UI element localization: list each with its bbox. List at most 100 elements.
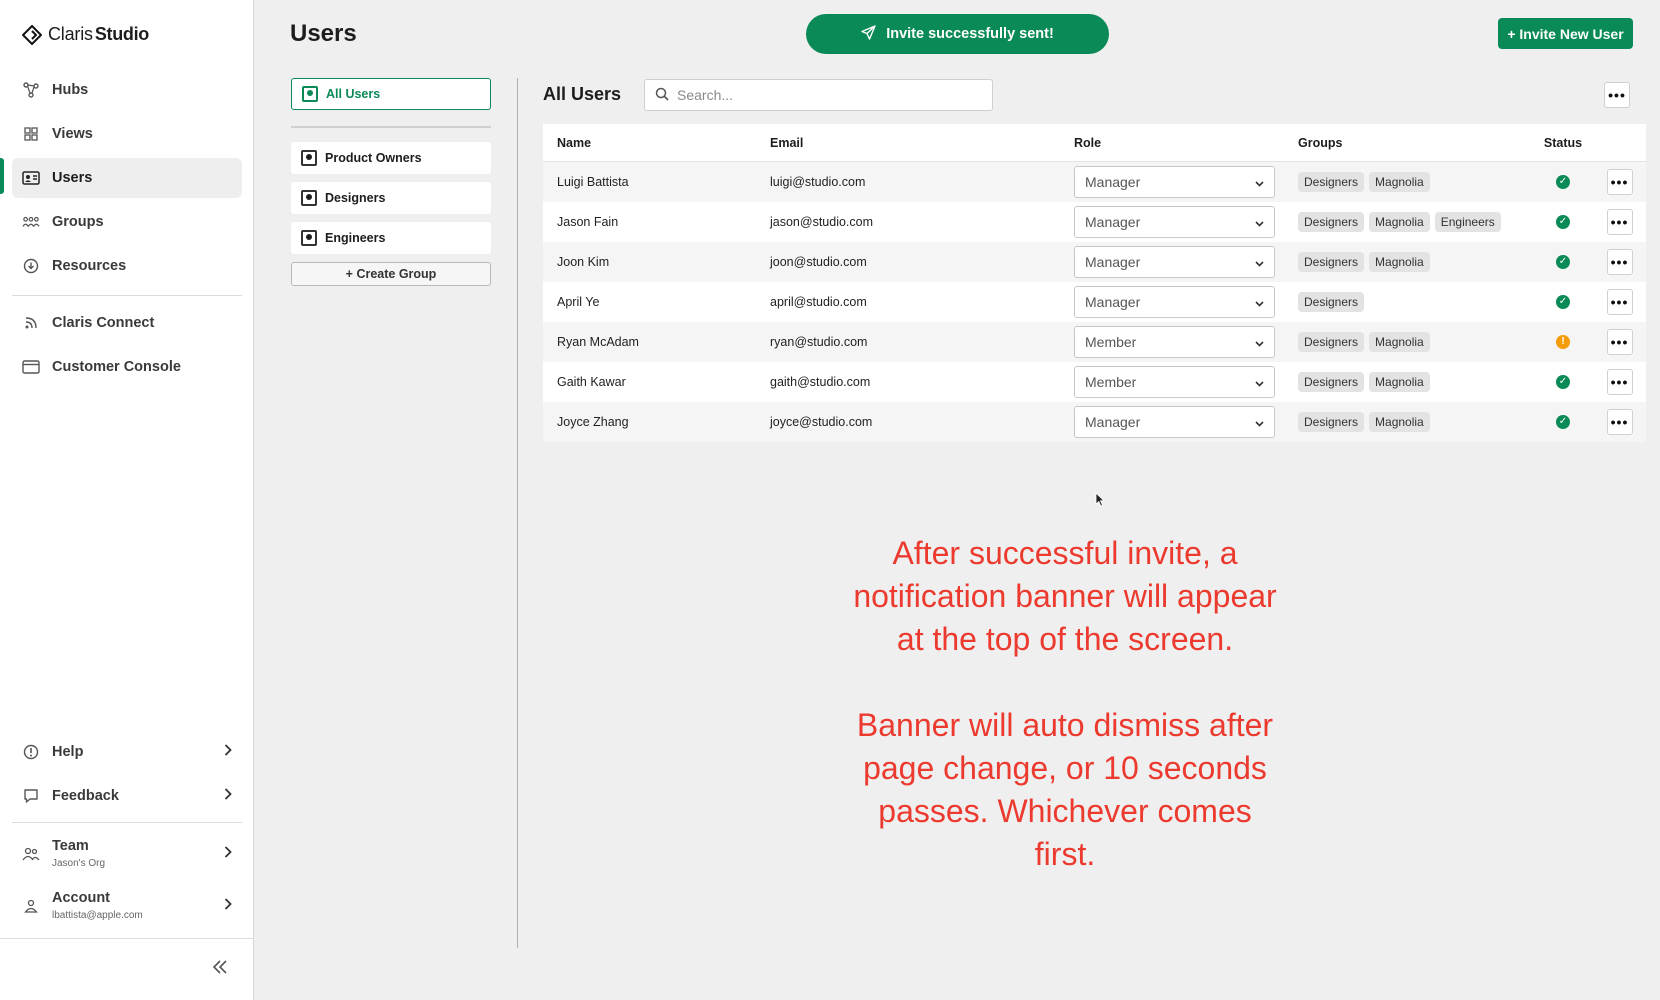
group-tag: Magnolia	[1369, 172, 1430, 192]
role-select[interactable]: Manager	[1074, 246, 1275, 278]
brand-product: Studio	[94, 24, 149, 44]
role-select[interactable]: Manager	[1074, 206, 1275, 238]
role-value: Manager	[1085, 414, 1141, 430]
secondary-nav: Claris Connect Customer Console	[12, 303, 242, 391]
table-row[interactable]: Joon Kim joon@studio.com Manager Designe…	[543, 242, 1646, 282]
user-email: joyce@studio.com	[770, 415, 873, 429]
table-row[interactable]: April Ye april@studio.com Manager Design…	[543, 282, 1646, 322]
role-select[interactable]: Manager	[1074, 286, 1275, 318]
sidebar-item-claris-connect[interactable]: Claris Connect	[12, 303, 242, 343]
user-email: april@studio.com	[770, 295, 867, 309]
user-card-icon	[301, 230, 317, 246]
role-value: Member	[1085, 334, 1137, 350]
sidebar-item-resources[interactable]: Resources	[12, 246, 242, 286]
group-label: All Users	[326, 87, 381, 101]
user-email: ryan@studio.com	[770, 335, 868, 349]
sidebar-item-feedback[interactable]: Feedback	[12, 776, 242, 816]
sidebar-item-views[interactable]: Views	[12, 114, 242, 154]
role-select[interactable]: Member	[1074, 326, 1275, 358]
status-ok-icon: ✓	[1556, 295, 1570, 309]
sidebar-item-team[interactable]: Team Jason's Org	[12, 830, 242, 878]
role-select[interactable]: Manager	[1074, 406, 1275, 438]
collapse-sidebar-icon[interactable]	[212, 958, 228, 979]
group-tag: Engineers	[1434, 212, 1501, 232]
sidebar-item-label: Help	[52, 744, 84, 760]
table-title: All Users	[543, 84, 622, 104]
sidebar-divider	[12, 822, 242, 823]
group-tag: Magnolia	[1369, 412, 1430, 432]
group-engineers[interactable]: Engineers	[291, 222, 491, 254]
row-more-button[interactable]: •••	[1606, 369, 1633, 395]
row-more-button[interactable]: •••	[1606, 209, 1633, 235]
user-groups: Designers Magnolia	[1298, 372, 1533, 392]
team-org-name: Jason's Org	[52, 858, 106, 870]
sidebar-item-hubs[interactable]: Hubs	[12, 70, 242, 110]
group-tag: Designers	[1298, 372, 1365, 392]
sidebar-item-help[interactable]: Help	[12, 732, 242, 772]
table-row[interactable]: Ryan McAdam ryan@studio.com Member Desig…	[543, 322, 1646, 362]
group-tag: Designers	[1298, 292, 1365, 312]
sidebar-item-users[interactable]: Users	[12, 158, 242, 198]
chevron-down-icon	[1255, 174, 1264, 190]
group-label: Designers	[325, 191, 386, 205]
row-more-button[interactable]: •••	[1606, 409, 1633, 435]
send-icon	[861, 24, 876, 44]
column-header-groups[interactable]: Groups	[1298, 136, 1533, 150]
chevron-down-icon	[1255, 294, 1264, 310]
feed-icon	[22, 314, 40, 332]
account-nav: Team Jason's Org Account lbattista@apple…	[12, 830, 242, 934]
user-groups: Designers Magnolia	[1298, 172, 1533, 192]
user-groups: Designers Magnolia Engineers	[1298, 212, 1533, 232]
sidebar-item-customer-console[interactable]: Customer Console	[12, 347, 242, 387]
table-more-button[interactable]: •••	[1604, 82, 1630, 108]
user-name: Ryan McAdam	[557, 335, 639, 349]
invite-success-banner[interactable]: Invite successfully sent!	[806, 14, 1109, 54]
annotation-line	[800, 661, 1330, 704]
table-row[interactable]: Luigi Battista luigi@studio.com Manager …	[543, 162, 1646, 202]
account-email: lbattista@apple.com	[52, 910, 143, 922]
table-row[interactable]: Jason Fain jason@studio.com Manager Desi…	[543, 202, 1646, 242]
user-name: Joon Kim	[557, 255, 610, 269]
annotation-line: page change, or 10 seconds	[863, 750, 1267, 786]
row-more-button[interactable]: •••	[1606, 289, 1633, 315]
table-row[interactable]: Gaith Kawar gaith@studio.com Member Desi…	[543, 362, 1646, 402]
table-row[interactable]: Joyce Zhang joyce@studio.com Manager Des…	[543, 402, 1646, 442]
brand-name: Claris	[48, 24, 93, 44]
column-header-role[interactable]: Role	[1074, 136, 1298, 150]
role-value: Member	[1085, 374, 1137, 390]
primary-nav: Hubs Views Users Groups Resources	[12, 70, 242, 290]
group-designers[interactable]: Designers	[291, 182, 491, 214]
invite-new-user-button[interactable]: + Invite New User	[1498, 18, 1633, 49]
claris-studio-logo[interactable]: Claris Studio	[22, 24, 149, 45]
annotation-line: Banner will auto dismiss after	[856, 707, 1274, 743]
groups-divider	[291, 126, 491, 128]
annotation-line: notification banner will appear	[853, 578, 1277, 614]
claris-logo-icon	[22, 24, 42, 45]
role-select[interactable]: Manager	[1074, 166, 1275, 198]
column-header-status[interactable]: Status	[1533, 136, 1593, 150]
create-group-button[interactable]: + Create Group	[291, 262, 491, 286]
user-name: Joyce Zhang	[557, 415, 629, 429]
status-ok-icon: ✓	[1556, 175, 1570, 189]
row-more-button[interactable]: •••	[1606, 169, 1633, 195]
chevron-down-icon	[1255, 254, 1264, 270]
role-select[interactable]: Member	[1074, 366, 1275, 398]
status-ok-icon: ✓	[1556, 255, 1570, 269]
user-email: luigi@studio.com	[770, 175, 866, 189]
sidebar-item-account[interactable]: Account lbattista@apple.com	[12, 882, 242, 930]
row-more-button[interactable]: •••	[1606, 249, 1633, 275]
role-value: Manager	[1085, 174, 1141, 190]
sidebar-item-groups[interactable]: Groups	[12, 202, 242, 242]
search-input[interactable]: Search...	[644, 79, 993, 111]
status-ok-icon: ✓	[1556, 215, 1570, 229]
row-more-button[interactable]: •••	[1606, 329, 1633, 355]
team-label: Team	[52, 837, 89, 854]
hubs-icon	[22, 81, 40, 99]
column-header-name[interactable]: Name	[543, 136, 770, 150]
group-all-users[interactable]: All Users	[291, 78, 491, 110]
sidebar: Claris Studio Hubs Views Users Groups Res…	[0, 0, 254, 1000]
group-product-owners[interactable]: Product Owners	[291, 142, 491, 174]
column-header-email[interactable]: Email	[770, 136, 1074, 150]
user-name: Jason Fain	[557, 215, 619, 229]
people-icon	[22, 213, 40, 231]
